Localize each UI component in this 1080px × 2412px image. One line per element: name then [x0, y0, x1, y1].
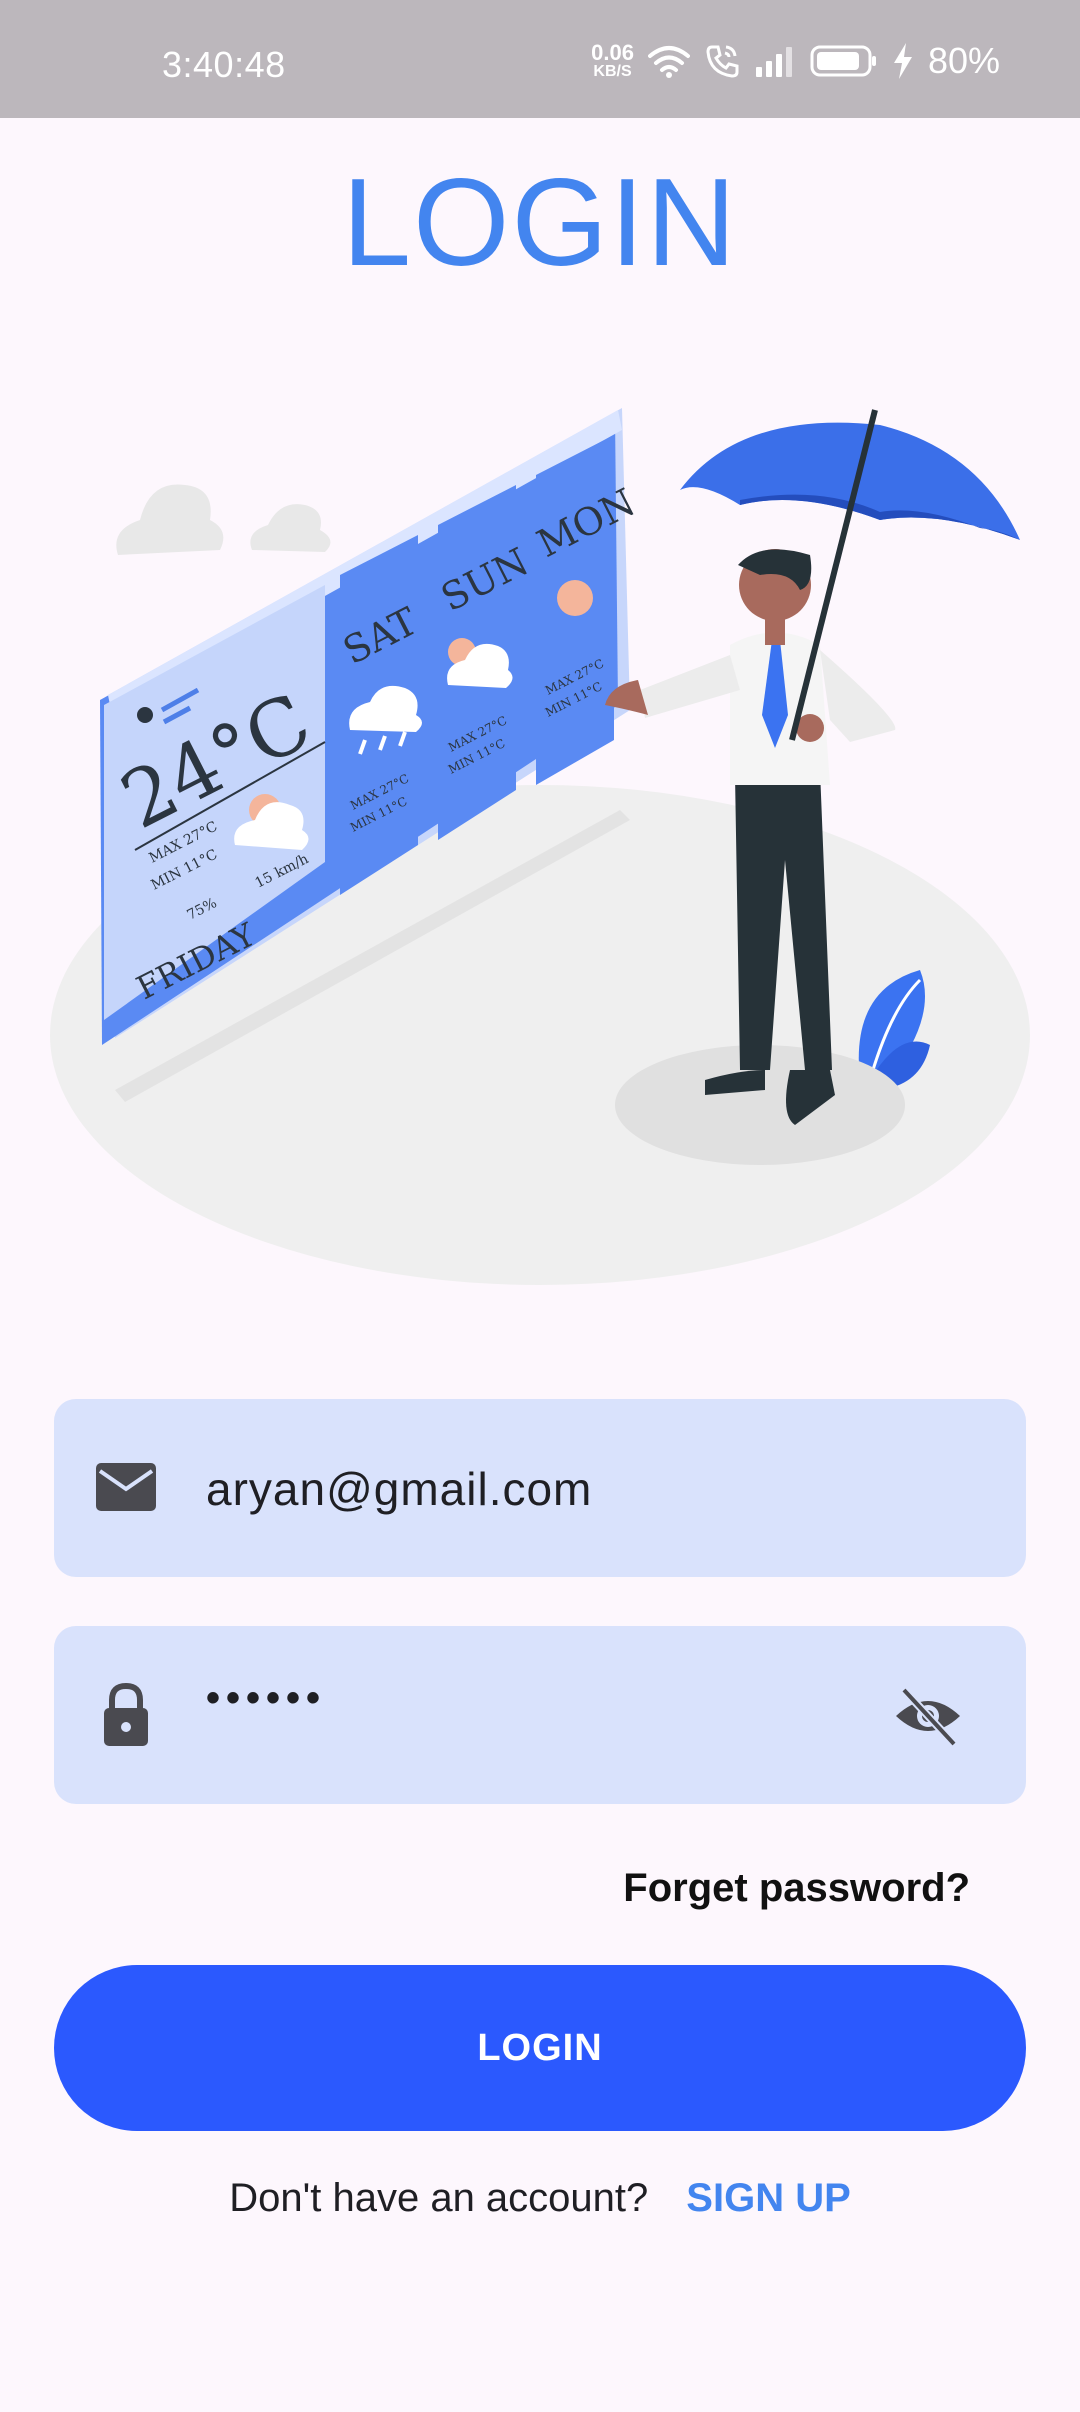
cloud-icon	[116, 484, 331, 555]
visibility-off-icon	[896, 1687, 960, 1747]
signup-row: Don't have an account? SIGN UP	[0, 2176, 1080, 2221]
signup-link[interactable]: SIGN UP	[686, 2176, 850, 2221]
battery-percent: 80%	[927, 40, 1000, 81]
weather-illustration: 24°C MAX 27°C MIN 11°C 75% 15 km/h FRIDA…	[50, 408, 1030, 1285]
mail-icon	[96, 1463, 156, 1511]
email-input[interactable]	[204, 1439, 908, 1539]
sun-icon	[557, 580, 593, 616]
status-icons: 0.06 KB/S 80%	[591, 40, 1000, 82]
login-button[interactable]: LOGIN	[54, 1965, 1026, 2131]
signup-prompt: Don't have an account?	[229, 2176, 649, 2220]
status-time: 3:40:48	[162, 44, 286, 85]
visibility-toggle-button[interactable]	[890, 1678, 966, 1754]
password-field[interactable]	[54, 1626, 1026, 1804]
forgot-password-link[interactable]: Forget password?	[623, 1866, 970, 1911]
page-title: LOGIN	[342, 154, 738, 292]
signal-icon	[755, 47, 792, 77]
lock-icon	[104, 1682, 148, 1746]
charging-icon	[893, 43, 912, 79]
call-icon	[706, 45, 739, 78]
network-speed: 0.06 KB/S	[591, 42, 634, 80]
status-bar: 3:40:48 0.06 KB/S 80%	[0, 0, 1080, 118]
network-speed-unit: KB/S	[593, 63, 632, 80]
network-speed-value: 0.06	[591, 40, 634, 65]
battery-icon	[810, 45, 876, 77]
email-field[interactable]	[54, 1399, 1026, 1577]
wifi-icon	[647, 46, 690, 78]
password-input[interactable]	[204, 1648, 908, 1748]
